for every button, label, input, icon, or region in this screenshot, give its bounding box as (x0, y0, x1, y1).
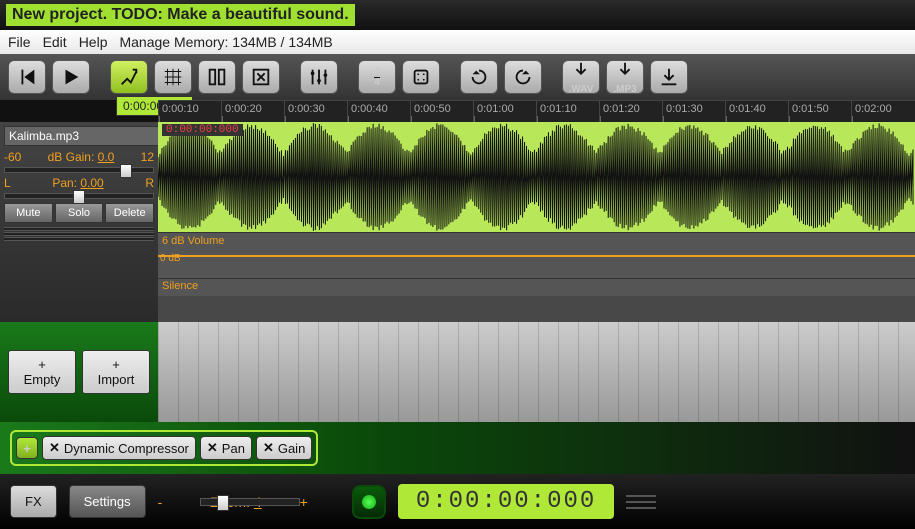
gain-max-label: 12 (141, 150, 154, 164)
menu-memory[interactable]: Manage Memory: 134MB / 134MB (119, 34, 332, 50)
close-icon[interactable]: ✕ (263, 440, 274, 456)
time-signature-button[interactable]: 44 (358, 60, 396, 94)
delete-track-button[interactable]: Delete (105, 203, 154, 223)
ruler-tick: 0:00:20 (221, 101, 284, 122)
empty-track-content[interactable] (158, 322, 915, 422)
export-mp3-button[interactable]: .MP3 (606, 60, 644, 94)
ruler-tick: 0:01:30 (662, 101, 725, 122)
import-track-button[interactable]: + Import (82, 350, 150, 394)
ruler-tick: 0:00:40 (347, 101, 410, 122)
menu-bar: File Edit Help Manage Memory: 134MB / 13… (0, 30, 915, 54)
footer-bar: FX Settings - Zoom: 4 + 0:00:00:000 (0, 474, 915, 529)
gain-value[interactable]: 0.0 (98, 150, 115, 164)
mute-button[interactable]: Mute (4, 203, 53, 223)
gain-slider[interactable] (4, 167, 154, 173)
record-icon (362, 495, 376, 509)
download-button[interactable] (650, 60, 688, 94)
ruler-tick: 0:00:10 (158, 101, 221, 122)
master-timecode: 0:00:00:000 (398, 484, 614, 519)
add-fx-button[interactable]: + (16, 437, 38, 459)
fx-chain-bar: + ✕Dynamic Compressor✕Pan✕Gain (0, 422, 915, 474)
level-meter (4, 227, 154, 241)
waveform-clip[interactable]: 0:00:00:000 (158, 122, 915, 232)
zoom-minus[interactable]: - (158, 494, 163, 510)
zoom-plus[interactable]: + (300, 494, 308, 510)
title-bar: New project. TODO: Make a beautiful soun… (0, 0, 915, 30)
pan-value[interactable]: 0.00 (80, 176, 103, 190)
settings-button[interactable]: Settings (69, 485, 146, 518)
ruler-tick: 0:02:00 (851, 101, 914, 122)
pan-slider[interactable] (4, 193, 154, 199)
time-ruler[interactable]: 0:00:100:00:200:00:300:00:400:00:500:01:… (158, 100, 915, 122)
menu-file[interactable]: File (8, 34, 31, 50)
split-button[interactable] (198, 60, 236, 94)
add-empty-track-button[interactable]: + Empty (8, 350, 76, 394)
ruler-tick: 0:01:40 (725, 101, 788, 122)
footer-fx-button[interactable]: FX (10, 485, 57, 518)
ruler-tick: 0:01:10 (536, 101, 599, 122)
snap-button[interactable] (110, 60, 148, 94)
delete-section-button[interactable] (242, 60, 280, 94)
pan-r-label: R (145, 176, 154, 190)
drag-handle[interactable] (626, 493, 656, 511)
close-icon[interactable]: ✕ (49, 440, 60, 456)
close-icon[interactable]: ✕ (207, 440, 218, 456)
volume-lane[interactable]: 6 dB Volume 0 dB (158, 232, 915, 278)
gain-min-label: -60 (4, 150, 21, 164)
skip-start-button[interactable] (8, 60, 46, 94)
pan-l-label: L (4, 176, 11, 190)
fx-chip[interactable]: ✕Gain (256, 436, 312, 460)
track-1: FX -60 dB Gain: 0.0 12 L Pan: 0.00 R Mut… (0, 122, 915, 322)
metronome-button[interactable] (402, 60, 440, 94)
toolbar: 44 .WAV .MP3 0:00:00:000 (0, 54, 915, 100)
ruler-tick: 0:01:50 (788, 101, 851, 122)
project-title[interactable]: New project. TODO: Make a beautiful soun… (6, 4, 355, 26)
menu-edit[interactable]: Edit (43, 34, 67, 50)
fx-chip[interactable]: ✕Pan (200, 436, 252, 460)
solo-button[interactable]: Solo (55, 203, 104, 223)
mixer-button[interactable] (300, 60, 338, 94)
undo-button[interactable] (460, 60, 498, 94)
fx-chip[interactable]: ✕Dynamic Compressor (42, 436, 196, 460)
track-panel: FX -60 dB Gain: 0.0 12 L Pan: 0.00 R Mut… (0, 122, 158, 322)
track-name-input[interactable] (4, 126, 169, 146)
redo-button[interactable] (504, 60, 542, 94)
ruler-tick: 0:01:00 (473, 101, 536, 122)
clip-time-overlay: 0:00:00:000 (162, 124, 243, 136)
play-button[interactable] (52, 60, 90, 94)
silence-lane[interactable]: Silence (158, 278, 915, 296)
ruler-tick: 0:00:50 (410, 101, 473, 122)
zoom-slider[interactable] (200, 498, 300, 506)
grid-button[interactable] (154, 60, 192, 94)
record-button[interactable] (352, 485, 386, 519)
export-wav-button[interactable]: .WAV (562, 60, 600, 94)
ruler-tick: 0:00:30 (284, 101, 347, 122)
track-2-empty: + Empty + Import (0, 322, 915, 422)
ruler-tick: 0:01:20 (599, 101, 662, 122)
menu-help[interactable]: Help (79, 34, 108, 50)
